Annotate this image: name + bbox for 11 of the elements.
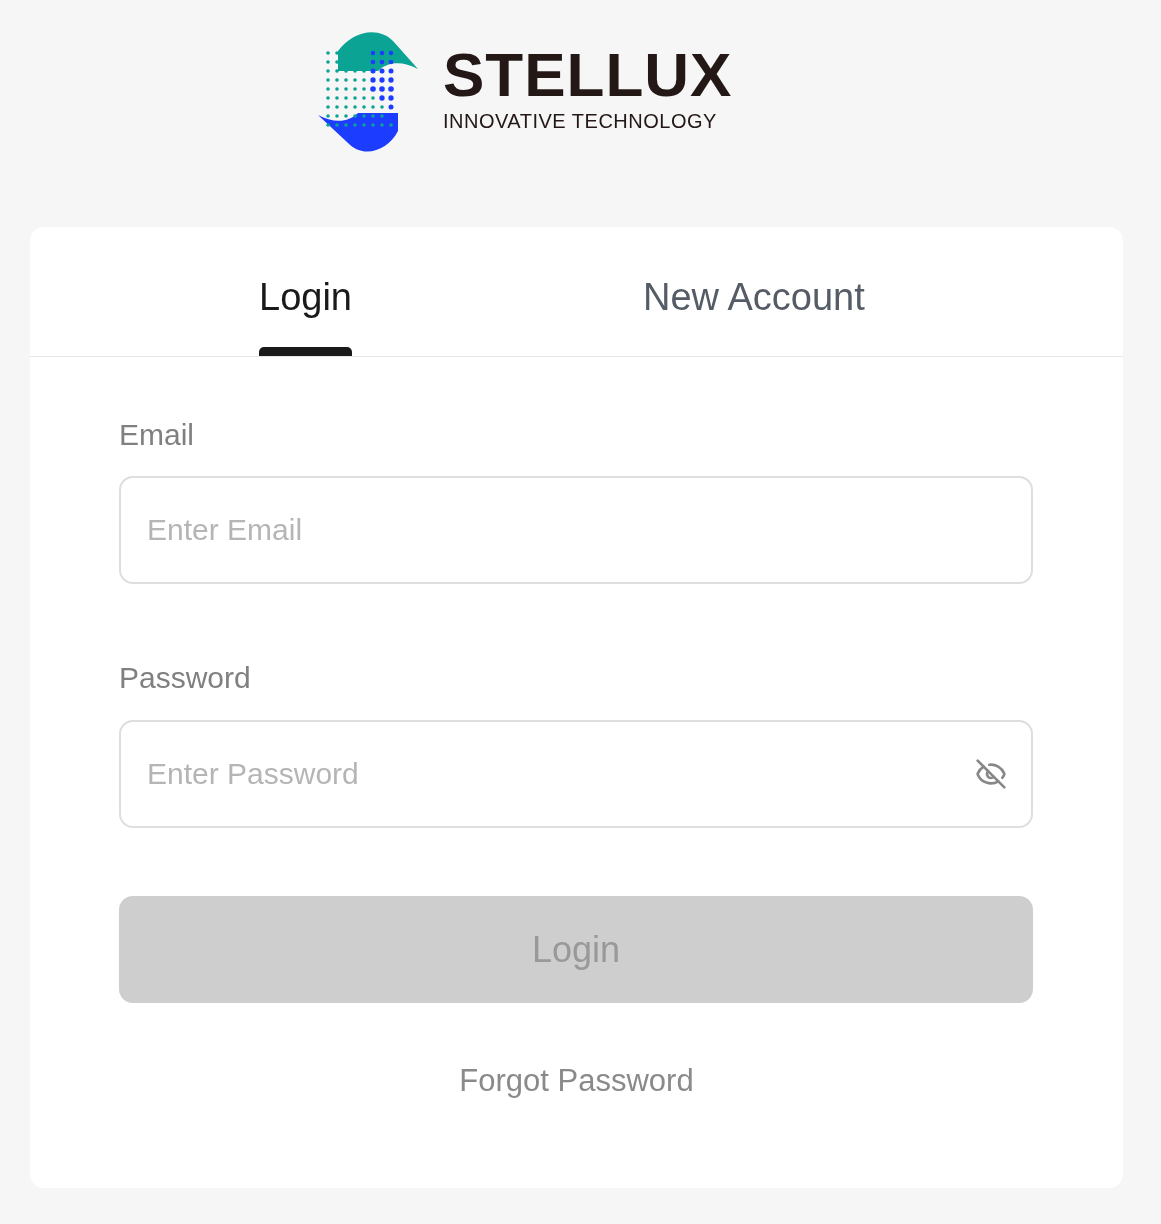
field-label: Email <box>119 417 195 453</box>
tab[interactable]: New Account <box>643 226 865 356</box>
brand-tagline: INNOVATIVE TECHNOLOGY <box>443 109 718 133</box>
forgot-password-link[interactable]: Forgot Password <box>459 1061 694 1101</box>
email-field[interactable]: Enter Email <box>119 476 1033 584</box>
brand-name: STELLUX <box>443 45 733 105</box>
eye-off-icon[interactable] <box>975 758 1007 790</box>
logo-icon <box>318 31 418 153</box>
tab[interactable]: Login <box>259 226 352 356</box>
field-label: Password <box>119 660 252 696</box>
password-field[interactable]: Enter Password <box>119 720 1033 828</box>
